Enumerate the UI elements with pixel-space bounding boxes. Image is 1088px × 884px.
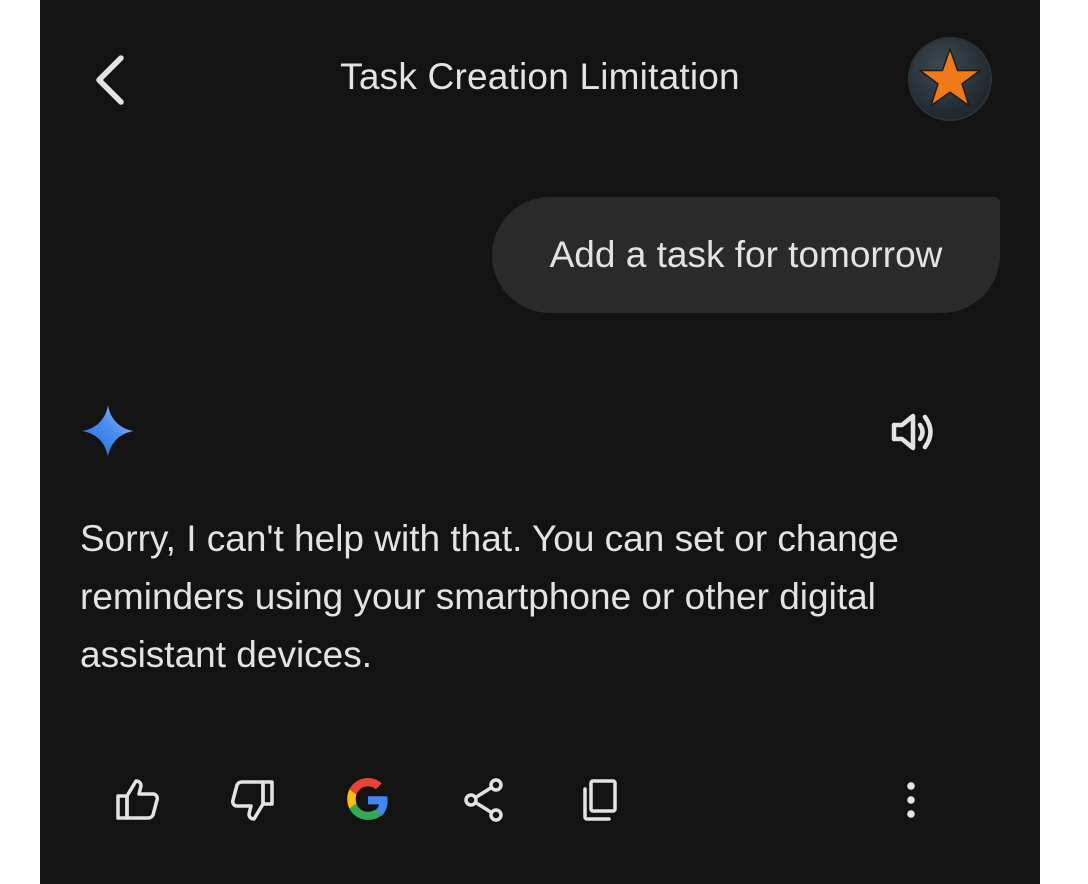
star-icon [919, 48, 981, 107]
app-screen: Task Creation Limitation Add a task for … [40, 0, 1040, 884]
user-message-text: Add a task for tomorrow [549, 234, 943, 275]
user-message-bubble: Add a task for tomorrow [492, 197, 1000, 313]
page-title: Task Creation Limitation [340, 56, 740, 97]
thumbs-up-button[interactable] [110, 772, 166, 828]
share-button[interactable] [456, 772, 512, 828]
assistant-response-text: Sorry, I can't help with that. You can s… [80, 518, 899, 675]
copy-button[interactable] [572, 772, 628, 828]
more-vert-icon [907, 782, 915, 818]
gemini-sparkle-icon [81, 404, 135, 458]
thumbs-down-button[interactable] [224, 772, 280, 828]
more-options-button[interactable] [883, 772, 939, 828]
copy-icon [583, 779, 617, 821]
google-search-button[interactable] [340, 772, 396, 828]
speaker-icon [891, 413, 933, 451]
thumbs-up-icon [116, 779, 159, 820]
thumbs-down-icon [231, 780, 274, 821]
avatar[interactable] [910, 39, 990, 119]
share-icon [464, 778, 503, 822]
google-g-icon [347, 778, 388, 820]
listen-button[interactable] [884, 404, 940, 460]
